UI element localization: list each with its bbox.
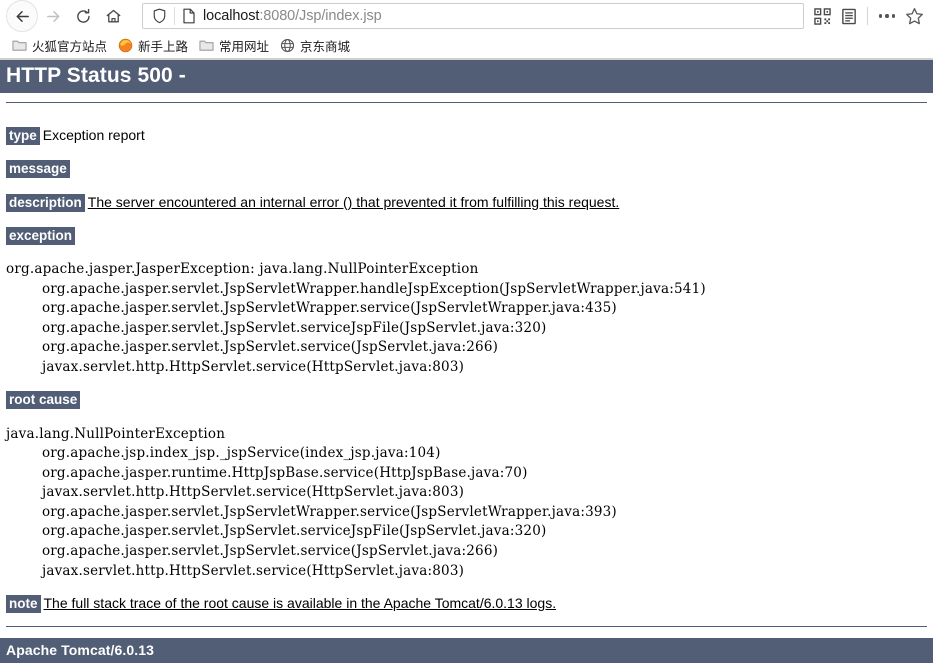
note-label: note — [6, 595, 41, 614]
forward-arrow-icon — [46, 10, 59, 22]
star-icon[interactable] — [901, 2, 927, 30]
tomcat-error-page: HTTP Status 500 - type Exception report m… — [0, 60, 933, 664]
ellipsis-menu-icon[interactable] — [873, 14, 902, 18]
bookmarks-bar: 火狐官方站点 新手上路 常用网址 京东商城 — [0, 32, 933, 59]
shield-glyph — [153, 8, 166, 24]
row-root-cause: root cause — [6, 377, 933, 410]
reload-icon — [76, 8, 90, 23]
page-icon — [175, 8, 203, 24]
bookmark-item-1[interactable]: 新手上路 — [114, 34, 195, 57]
bookmark-item-3[interactable]: 京东商城 — [276, 34, 357, 57]
bookmark-item-2[interactable]: 常用网址 — [195, 34, 276, 57]
back-arrow-icon — [16, 10, 29, 22]
row-message: message — [6, 146, 933, 179]
root-cause-label: root cause — [6, 391, 81, 410]
bookmark-item-0[interactable]: 火狐官方站点 — [8, 34, 114, 57]
type-value: Exception report — [42, 127, 145, 143]
reader-mode-icon[interactable] — [836, 2, 862, 30]
browser-chrome: localhost:8080/Jsp/index.jsp 火狐官方站点 新手上路… — [0, 0, 933, 60]
back-button[interactable] — [6, 0, 38, 32]
url-path: :8080/Jsp/index.jsp — [259, 8, 382, 24]
row-exception: exception — [6, 213, 933, 246]
firefox-icon — [118, 38, 133, 52]
folder-icon — [199, 40, 214, 51]
reload-button[interactable] — [68, 1, 98, 31]
row-description: description The server encountered an int… — [6, 180, 933, 213]
globe-icon — [280, 38, 295, 52]
qr-code-icon[interactable] — [810, 2, 836, 30]
row-type: type Exception report — [6, 113, 933, 146]
home-icon — [106, 9, 120, 22]
title-divider — [6, 102, 927, 103]
exception-stack-trace: org.apache.jasper.JasperException: java.… — [6, 261, 706, 375]
dot-1 — [878, 14, 882, 18]
address-bar[interactable]: localhost:8080/Jsp/index.jsp — [142, 3, 804, 29]
row-note: note The full stack trace of the root cau… — [6, 581, 933, 614]
root-cause-stack-trace: java.lang.NullPointerException org.apach… — [6, 425, 617, 579]
note-value: The full stack trace of the root cause i… — [43, 595, 557, 612]
forward-button[interactable] — [38, 1, 68, 31]
shield-icon[interactable] — [149, 7, 175, 25]
toolbar-right-actions — [810, 2, 928, 30]
page-footer: Apache Tomcat/6.0.13 — [0, 638, 933, 664]
dot-2 — [885, 14, 889, 18]
bookmark-label-2: 常用网址 — [219, 38, 270, 54]
qr-code-glyph — [814, 7, 831, 25]
page-title: HTTP Status 500 - — [0, 60, 933, 93]
message-label: message — [6, 160, 70, 179]
message-value — [70, 160, 73, 176]
description-value: The server encountered an internal error… — [87, 193, 620, 210]
footer-divider — [6, 626, 927, 628]
bookmark-label-0: 火狐官方站点 — [32, 38, 108, 54]
toolbar-separator — [866, 7, 868, 25]
navigation-toolbar: localhost:8080/Jsp/index.jsp — [0, 0, 933, 32]
description-label: description — [6, 193, 85, 212]
type-label: type — [6, 127, 40, 145]
reader-mode-glyph — [841, 8, 856, 24]
home-button[interactable] — [98, 1, 128, 31]
folder-icon — [12, 40, 27, 51]
url-text: localhost:8080/Jsp/index.jsp — [203, 8, 382, 24]
exception-label: exception — [6, 226, 76, 245]
star-glyph — [905, 7, 923, 24]
dot-3 — [891, 14, 895, 18]
url-host: localhost — [203, 8, 260, 24]
bookmark-label-3: 京东商城 — [300, 38, 351, 54]
page-glyph — [183, 8, 195, 24]
bookmark-label-1: 新手上路 — [138, 38, 189, 54]
